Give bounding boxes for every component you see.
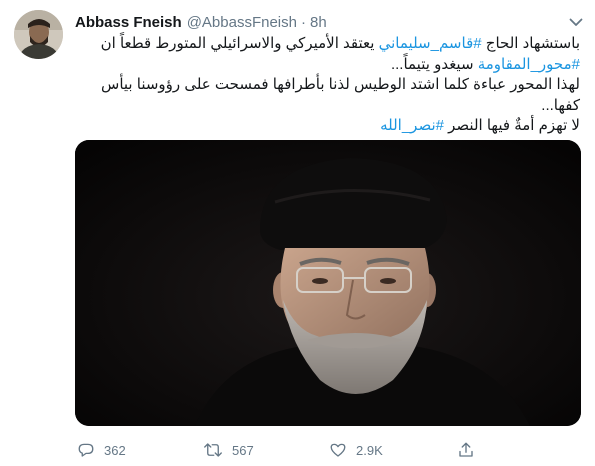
like-icon	[330, 443, 346, 457]
media-photo	[75, 140, 581, 426]
text-segment: يعتقد الأميركي والاسرائيلي المتورط قطعاً…	[100, 35, 379, 52]
tweet-line-4: لا تهزم أمةٌ فيها النصر #نصر_الله	[75, 116, 580, 137]
retweet-icon	[204, 443, 222, 457]
tweet-header: Abbass Fneish @AbbassFneish · 8h	[75, 12, 327, 32]
tweet-line-1: باستشهاد الحاج #قاسم_سليماني يعتقد الأمي…	[75, 34, 580, 55]
reply-icon	[78, 443, 94, 457]
header-separator: ·	[300, 13, 306, 31]
tweet-line-2: #محور_المقاومة سيغدو يتيماً...	[75, 55, 580, 76]
avatar[interactable]	[14, 10, 63, 59]
text-segment: باستشهاد الحاج	[481, 35, 580, 52]
tweet[interactable]: Abbass Fneish @AbbassFneish · 8h باستشها…	[0, 0, 595, 466]
text-segment: سيغدو يتيماً...	[390, 55, 478, 73]
hashtag-link[interactable]: #نصر_الله	[380, 117, 444, 134]
author-handle[interactable]: @AbbassFneish	[187, 14, 297, 31]
tweet-text: باستشهاد الحاج #قاسم_سليماني يعتقد الأمي…	[75, 34, 580, 137]
share-button[interactable]	[457, 440, 475, 460]
hashtag-link[interactable]: #محور_المقاومة	[478, 56, 580, 73]
hashtag-link[interactable]: #قاسم_سليماني	[379, 35, 482, 52]
text-segment: لا تهزم أمةٌ فيها النصر	[443, 117, 580, 134]
like-button[interactable]: 2.9K	[329, 440, 383, 460]
retweet-button[interactable]: 567	[203, 440, 254, 460]
reply-button[interactable]: 362	[77, 440, 126, 460]
like-count: 2.9K	[356, 442, 383, 458]
tweet-line-3: لهذا المحور عباءة كلما اشتد الوطيس لذنا …	[101, 76, 580, 114]
retweet-count: 567	[232, 442, 254, 458]
chevron-down-icon	[569, 18, 583, 26]
author-name[interactable]: Abbass Fneish	[75, 14, 182, 31]
tweet-menu-button[interactable]	[567, 13, 585, 31]
avatar-photo	[14, 10, 63, 59]
share-icon	[459, 442, 473, 457]
reply-count: 362	[104, 442, 126, 458]
tweet-media-image[interactable]	[75, 140, 581, 426]
tweet-timestamp[interactable]: 8h	[310, 14, 327, 31]
tweet-actions: 362 567 2.9K	[75, 440, 580, 460]
